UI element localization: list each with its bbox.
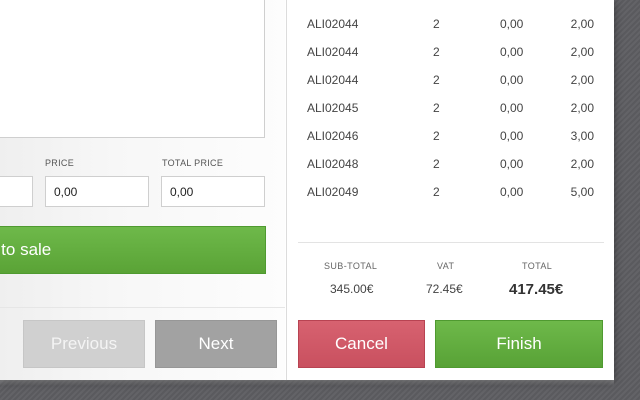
next-button[interactable]: Next (155, 320, 277, 368)
item-code: ALI02048 (307, 157, 359, 171)
card-shadow (0, 380, 614, 386)
list-item[interactable]: ALI02044 2 0,00 2,00 (288, 65, 614, 93)
item-discount: 0,00 (500, 101, 524, 115)
vat-value: 72.45€ (426, 282, 463, 296)
item-qty: 2 (433, 129, 440, 143)
item-discount: 0,00 (500, 73, 524, 87)
total-label: TOTAL (522, 261, 553, 271)
vat-label: VAT (437, 261, 455, 271)
quantity-input[interactable] (0, 176, 33, 207)
item-price: 2,00 (570, 17, 594, 31)
cancel-button[interactable]: Cancel (298, 320, 425, 368)
add-to-sale-button[interactable]: d to sale (0, 226, 266, 274)
item-price: 2,00 (570, 157, 594, 171)
item-code: ALI02045 (307, 101, 359, 115)
subtotal-value: 345.00€ (330, 282, 374, 296)
item-qty: 2 (433, 73, 440, 87)
price-input[interactable]: 0,00 (45, 176, 149, 207)
item-price: 2,00 (570, 45, 594, 59)
item-code: ALI02049 (307, 185, 359, 199)
total-price-label: TOTAL PRICE (162, 158, 224, 168)
list-item[interactable]: ALI02046 2 0,00 3,00 (288, 121, 614, 149)
item-qty: 2 (433, 185, 440, 199)
divider (0, 307, 285, 308)
item-price: 2,00 (570, 73, 594, 87)
item-code: ALI02044 (307, 45, 359, 59)
line-entry-panel: PRICE TOTAL PRICE 0,00 0,00 d to sale Pr… (0, 0, 285, 380)
item-discount: 0,00 (500, 17, 524, 31)
item-code: ALI02044 (307, 17, 359, 31)
item-discount: 0,00 (500, 157, 524, 171)
item-code: ALI02044 (307, 73, 359, 87)
total-value: 417.45€ (509, 281, 564, 298)
item-discount: 0,00 (500, 185, 524, 199)
item-qty: 2 (433, 45, 440, 59)
finish-button[interactable]: Finish (435, 320, 603, 368)
item-qty: 2 (433, 101, 440, 115)
panel-separator (286, 0, 287, 380)
price-label: PRICE (45, 158, 75, 168)
item-discount: 0,00 (500, 129, 524, 143)
item-qty: 2 (433, 157, 440, 171)
previous-button[interactable]: Previous (23, 320, 145, 368)
list-item[interactable]: ALI02049 2 0,00 5,00 (288, 177, 614, 205)
item-discount: 0,00 (500, 45, 524, 59)
item-price: 3,00 (570, 129, 594, 143)
item-qty: 2 (433, 17, 440, 31)
totals-divider (298, 242, 604, 243)
list-item[interactable]: ALI02045 2 0,00 2,00 (288, 93, 614, 121)
subtotal-label: SUB-TOTAL (324, 261, 378, 271)
list-item[interactable]: ALI02044 2 0,00 2,00 (288, 37, 614, 65)
list-item[interactable]: ALI02048 2 0,00 2,00 (288, 149, 614, 177)
item-code: ALI02046 (307, 129, 359, 143)
total-price-input[interactable]: 0,00 (161, 176, 265, 207)
item-price: 5,00 (570, 185, 594, 199)
item-price: 2,00 (570, 101, 594, 115)
notes-textarea[interactable] (0, 0, 265, 138)
list-item[interactable]: ALI02044 2 0,00 2,00 (288, 9, 614, 37)
